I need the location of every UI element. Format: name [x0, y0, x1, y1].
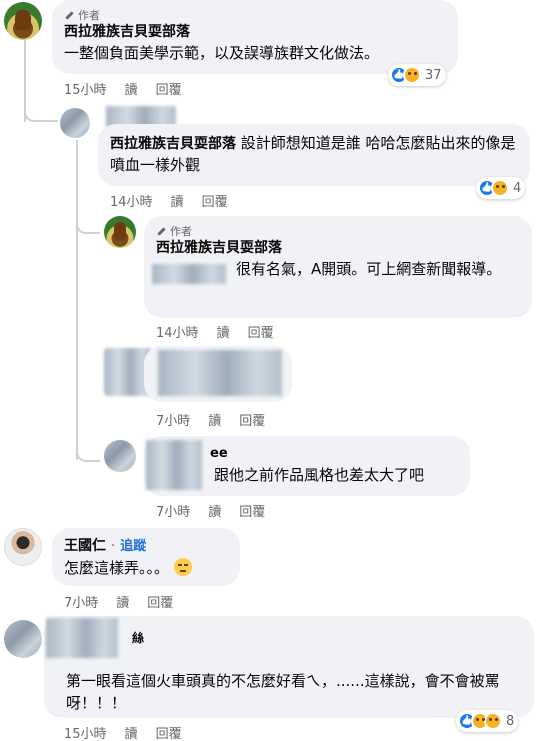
follow-link[interactable]: 追蹤 — [120, 539, 146, 554]
sad-reaction-icon — [484, 712, 502, 730]
redacted-mention — [152, 264, 226, 284]
timestamp[interactable]: 7小時 — [64, 592, 98, 611]
redacted-content — [158, 350, 282, 396]
like-link[interactable]: 讀 — [171, 191, 184, 210]
reaction-summary[interactable]: 4 — [476, 177, 526, 199]
reply-link[interactable]: 回覆 — [156, 723, 182, 741]
unamused-face-icon — [173, 558, 192, 576]
comment-actions: 7小時 讀 回覆 — [64, 592, 173, 611]
author-badge: 作者 — [64, 8, 446, 22]
comment-bubble: 王國仁 · 追蹤 怎麼這樣弄。。。 — [52, 528, 240, 586]
avatar[interactable] — [4, 2, 42, 40]
avatar[interactable] — [60, 108, 90, 138]
like-link[interactable]: 讀 — [125, 723, 138, 741]
timestamp[interactable]: 14小時 — [110, 191, 153, 210]
like-link[interactable]: 讀 — [208, 410, 221, 429]
like-link[interactable]: 讀 — [125, 79, 138, 98]
timestamp[interactable]: 15小時 — [64, 79, 107, 98]
avatar[interactable] — [4, 620, 42, 658]
thread-elbow — [76, 212, 100, 234]
comment-text: 怎麼這樣弄。。。 — [64, 559, 170, 577]
comment-actions: 7小時 讀 回覆 — [156, 410, 265, 429]
comment-text: 第一眼看這個火車頭真的不怎麼好看ㄟ，......這樣說，會不會被罵呀！！！ — [66, 672, 500, 712]
comment-author[interactable]: 西拉雅族吉貝耍部落 — [156, 238, 520, 258]
like-link[interactable]: 讀 — [116, 592, 129, 611]
reaction-count: 37 — [425, 67, 442, 83]
reaction-summary[interactable]: 8 — [456, 710, 519, 732]
comment-author-fragment[interactable]: 絲 — [56, 624, 522, 652]
comment-text: 一整個負面美學示範，以及誤導族群文化做法。 — [64, 44, 380, 62]
timestamp[interactable]: 7小時 — [156, 501, 190, 520]
comment-actions: 7小時 讀 回覆 — [156, 501, 265, 520]
reply-link[interactable]: 回覆 — [202, 191, 228, 210]
sad-reaction-icon — [403, 66, 421, 84]
separator-dot: · — [110, 538, 116, 554]
author-badge: 作者 — [156, 224, 520, 238]
redacted-name — [46, 618, 118, 658]
like-link[interactable]: 讀 — [217, 322, 230, 341]
comment-actions: 15小時 讀 回覆 — [64, 79, 182, 98]
reply-link[interactable]: 回覆 — [147, 592, 173, 611]
reaction-count: 8 — [506, 713, 515, 729]
comment-actions: 15小時 讀 回覆 — [64, 723, 182, 741]
timestamp[interactable]: 7小時 — [156, 410, 190, 429]
author-label: 作者 — [78, 9, 100, 22]
comment-bubble: 西拉雅族吉貝耍部落 設計師想知道是誰 哈哈怎麼貼出來的像是噴血一樣外觀 — [98, 124, 530, 186]
thread-elbow — [24, 100, 58, 122]
pencil-icon — [156, 226, 166, 236]
redacted-name — [146, 440, 202, 490]
timestamp[interactable]: 14小時 — [156, 322, 199, 341]
like-link[interactable]: 讀 — [208, 501, 221, 520]
reaction-summary[interactable]: 37 — [388, 64, 446, 86]
avatar[interactable] — [104, 440, 136, 472]
thread-elbow — [76, 440, 100, 462]
reply-link[interactable]: 回覆 — [239, 410, 265, 429]
avatar[interactable] — [4, 528, 42, 566]
reply-link[interactable]: 回覆 — [156, 79, 182, 98]
author-label: 作者 — [170, 225, 192, 238]
thread-line — [76, 140, 78, 460]
timestamp[interactable]: 15小時 — [64, 723, 107, 741]
reply-link[interactable]: 回覆 — [239, 501, 265, 520]
sad-reaction-icon — [491, 179, 509, 197]
comment-author[interactable]: 西拉雅族吉貝耍部落 — [64, 22, 446, 42]
avatar[interactable] — [104, 216, 136, 248]
pencil-icon — [64, 10, 74, 20]
comment-actions: 14小時 讀 回覆 — [156, 322, 274, 341]
comment-bubble: 作者 西拉雅族吉貝耍部落 一整個負面美學示範，以及誤導族群文化做法。 — [52, 0, 458, 74]
comment-author[interactable]: 西拉雅族吉貝耍部落 — [110, 136, 236, 152]
reaction-count: 4 — [513, 180, 522, 196]
reply-link[interactable]: 回覆 — [248, 322, 274, 341]
comment-author[interactable]: 王國仁 — [64, 538, 106, 554]
comment-actions: 14小時 讀 回覆 — [110, 191, 228, 210]
